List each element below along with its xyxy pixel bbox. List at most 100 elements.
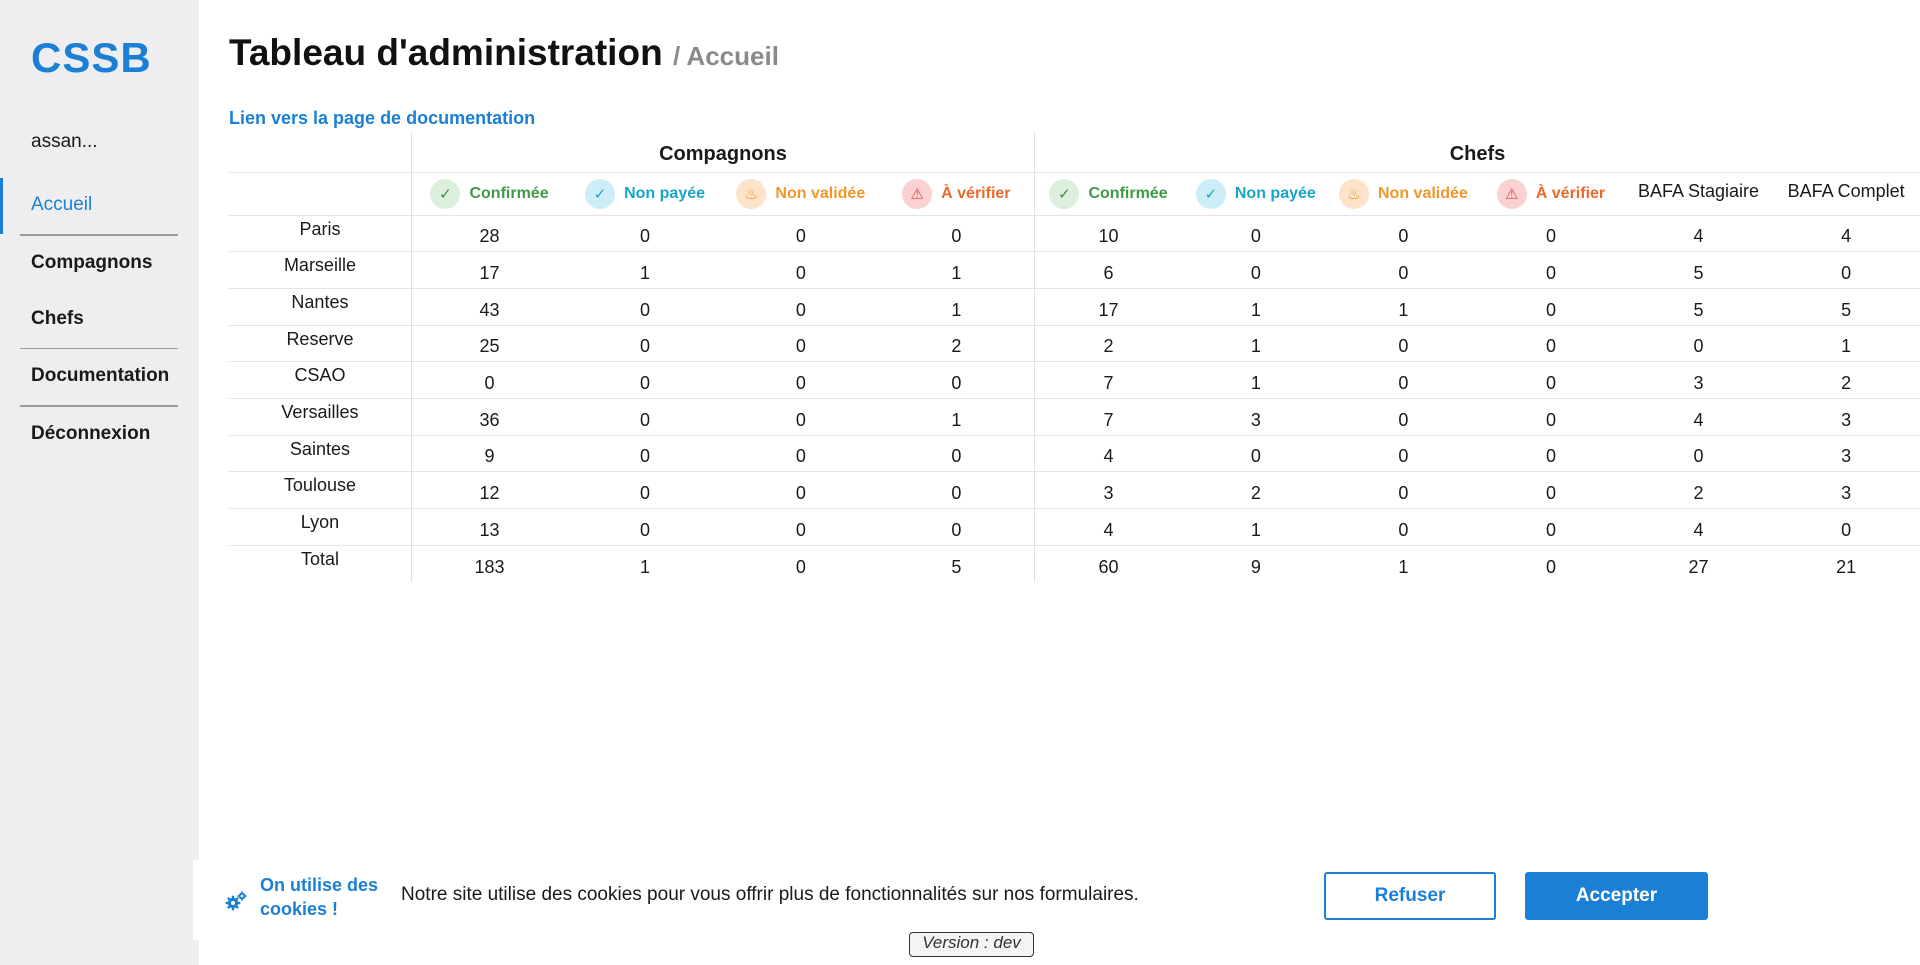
value-cell: 0: [795, 336, 806, 357]
value-cell: 4: [1841, 226, 1852, 247]
check-icon: ✓: [585, 178, 616, 209]
value-cell: 17: [410, 251, 568, 289]
value-cell: 4: [1034, 435, 1183, 472]
value-cell: 0: [795, 556, 806, 577]
table-row: Reserve 25 0 0 2 2 1 0 0 0 1: [229, 325, 1920, 362]
value-cell: 5: [1693, 262, 1704, 283]
group-chefs: Chefs: [1034, 132, 1920, 172]
check-icon: ✓: [430, 178, 461, 209]
value-cell: 1: [1250, 299, 1261, 320]
city-cell: Total: [300, 548, 339, 569]
sidebar-item-accueil[interactable]: Accueil: [0, 178, 199, 234]
value-cell: 3: [1841, 446, 1852, 467]
flame-icon: ♨: [1339, 178, 1369, 209]
value-cell: 0: [951, 372, 962, 393]
value-cell: 3: [1250, 409, 1261, 430]
col-comp-non-validee: ♨ Non validée: [722, 171, 879, 215]
value-cell: 0: [640, 409, 651, 430]
value-cell: 0: [410, 361, 568, 399]
user-name: assan...: [31, 131, 98, 152]
value-cell: 0: [1545, 372, 1556, 393]
value-cell: 0: [640, 519, 651, 540]
value-cell: 5: [1841, 299, 1852, 320]
value-cell: 3: [1841, 409, 1852, 430]
value-cell: 0: [795, 483, 806, 503]
value-cell: 1: [1250, 372, 1261, 393]
value-cell: 0: [795, 299, 806, 320]
value-cell: 4: [1693, 409, 1704, 430]
value-cell: 1: [640, 262, 651, 283]
table-row: CSAO 0 0 0 0 7 1 0 0 3 2: [229, 361, 1920, 399]
sidebar-item-deconnexion[interactable]: Déconnexion: [0, 407, 199, 463]
col-chefs-confirmee: ✓ Confirmée: [1034, 171, 1183, 215]
value-cell: 0: [640, 446, 651, 467]
value-cell: 28: [410, 215, 568, 252]
value-cell: 43: [410, 288, 568, 326]
value-cell: 0: [951, 226, 962, 247]
stats-table-container: Compagnons Chefs ✓ Confirmée ✓ Non payée ♨…: [229, 132, 1920, 582]
value-cell: 0: [795, 226, 806, 247]
value-cell: 0: [640, 372, 651, 393]
table-row: Saintes 9 0 0 0 4 0 0 0 0 3: [229, 435, 1920, 472]
value-cell: 0: [1250, 226, 1261, 247]
table-row: Lyon 13 0 0 0 4 1 0 0 4 0: [229, 508, 1920, 546]
value-cell: 0: [1841, 519, 1852, 540]
value-cell: 0: [1545, 446, 1556, 467]
value-cell: 5: [951, 556, 962, 577]
table-row: Paris 28 0 0 0 10 0 0 0 4 4: [229, 215, 1920, 252]
city-cell: Paris: [299, 218, 341, 239]
value-cell: 0: [1545, 483, 1556, 503]
documentation-link[interactable]: Lien vers la page de documentation: [229, 108, 535, 129]
value-cell: 0: [1545, 226, 1556, 247]
value-cell: 0: [1545, 556, 1556, 577]
page-title-text: Tableau d'administration: [229, 32, 663, 73]
value-cell: 0: [1398, 372, 1409, 393]
value-cell: 21: [1836, 556, 1857, 577]
accept-button[interactable]: Accepter: [1525, 872, 1708, 920]
warning-icon: ⚠: [902, 178, 933, 209]
city-cell: CSAO: [294, 365, 346, 386]
stats-table: Compagnons Chefs ✓ Confirmée ✓ Non payée ♨…: [229, 132, 1920, 582]
value-cell: 0: [1545, 409, 1556, 430]
check-icon: ✓: [1049, 178, 1080, 209]
sidebar-item-documentation[interactable]: Documentation: [0, 349, 199, 405]
value-cell: 0: [1250, 262, 1261, 283]
city-header: [229, 171, 412, 215]
value-cell: 9: [1250, 556, 1261, 577]
table-row: Marseille 17 1 0 1 6 0 0 0 5 0: [229, 251, 1920, 289]
col-bafa-complet: BAFA Complet: [1772, 171, 1920, 215]
value-cell: 0: [795, 519, 806, 540]
value-cell: 3: [1034, 471, 1183, 509]
value-cell: 2: [1693, 483, 1704, 503]
city-cell: Marseille: [283, 255, 356, 276]
value-cell: 60: [1034, 545, 1183, 582]
value-cell: 0: [640, 336, 651, 357]
value-cell: 1: [951, 262, 962, 283]
value-cell: 0: [1545, 262, 1556, 283]
value-cell: 0: [951, 519, 962, 540]
city-cell: Reserve: [286, 328, 354, 349]
sidebar-item-chefs[interactable]: Chefs: [0, 292, 199, 348]
value-cell: 0: [1250, 446, 1261, 467]
value-cell: 0: [640, 226, 651, 247]
value-cell: 0: [1693, 336, 1704, 357]
value-cell: 1: [1250, 519, 1261, 540]
value-cell: 0: [1398, 483, 1409, 503]
value-cell: 6: [1034, 251, 1183, 289]
sidebar: CSSB assan... Accueil Compagnons Chefs D…: [0, 0, 199, 965]
refuse-button[interactable]: Refuser: [1324, 872, 1496, 920]
value-cell: 9: [410, 435, 568, 472]
group-compagnons: Compagnons: [410, 132, 1035, 172]
stats-table-body: Paris 28 0 0 0 10 0 0 0 4 4 Marseille 17 1 0 1 6 0 0 0 5 0 Nan…: [229, 215, 1920, 582]
value-cell: 183: [410, 545, 568, 582]
city-cell: Nantes: [291, 291, 349, 312]
value-cell: 1: [1398, 299, 1409, 320]
value-cell: 4: [1693, 519, 1704, 540]
value-cell: 2: [1841, 372, 1852, 393]
brand-logo[interactable]: CSSB: [31, 34, 152, 82]
table-row: Versailles 36 0 0 1 7 3 0 0 4 3: [229, 398, 1920, 436]
sidebar-item-compagnons[interactable]: Compagnons: [0, 236, 199, 292]
value-cell: 1: [1841, 336, 1852, 357]
gear-icon: [225, 891, 247, 911]
value-cell: 36: [410, 398, 568, 436]
